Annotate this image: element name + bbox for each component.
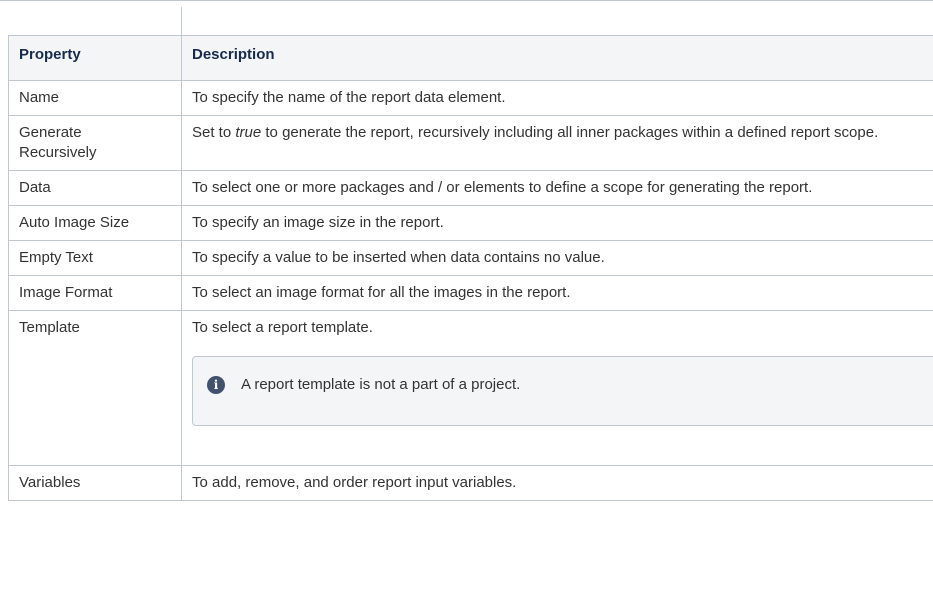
description-cell: To select one or more packages and / or … <box>181 170 933 206</box>
table-row: Name To specify the name of the report d… <box>8 80 933 116</box>
info-panel-text: A report template is not a part of a pro… <box>241 376 521 393</box>
table-row: Generate Recursively Set to true to gene… <box>8 115 933 171</box>
description-cell: To add, remove, and order report input v… <box>181 465 933 501</box>
description-cell: To select a report template. i A report … <box>181 310 933 466</box>
table-row: Auto Image Size To specify an image size… <box>8 205 933 241</box>
property-cell: Template <box>8 310 182 466</box>
properties-table: Property Description Name To specify the… <box>8 35 933 501</box>
property-cell: Data <box>8 170 182 206</box>
property-cell: Name <box>8 80 182 116</box>
header-description: Description <box>181 35 933 81</box>
description-text: to generate the report, recursively incl… <box>261 124 879 141</box>
page: Property Description Name To specify the… <box>0 0 933 602</box>
description-cell: To specify the name of the report data e… <box>181 80 933 116</box>
table-row: Variables To add, remove, and order repo… <box>8 465 933 501</box>
property-cell: Variables <box>8 465 182 501</box>
description-text: To select a report template. <box>192 319 373 336</box>
description-cell: To specify an image size in the report. <box>181 205 933 241</box>
table-header-row: Property Description <box>8 35 933 81</box>
info-icon: i <box>207 376 225 394</box>
description-text: Set to <box>192 124 236 141</box>
description-emphasis: true <box>235 124 262 141</box>
description-cell: To specify a value to be inserted when d… <box>181 240 933 276</box>
column-divider-stub <box>181 7 182 35</box>
table-row: Empty Text To specify a value to be inse… <box>8 240 933 276</box>
property-cell: Generate Recursively <box>8 115 182 171</box>
header-property: Property <box>8 35 182 81</box>
property-cell: Auto Image Size <box>8 205 182 241</box>
table-row: Image Format To select an image format f… <box>8 275 933 311</box>
table-row: Data To select one or more packages and … <box>8 170 933 206</box>
table-row: Template To select a report template. i … <box>8 310 933 466</box>
info-panel: i A report template is not a part of a p… <box>192 356 933 426</box>
property-cell: Empty Text <box>8 240 182 276</box>
property-cell: Image Format <box>8 275 182 311</box>
description-cell: To select an image format for all the im… <box>181 275 933 311</box>
description-cell: Set to true to generate the report, recu… <box>181 115 933 171</box>
top-divider <box>0 0 933 9</box>
